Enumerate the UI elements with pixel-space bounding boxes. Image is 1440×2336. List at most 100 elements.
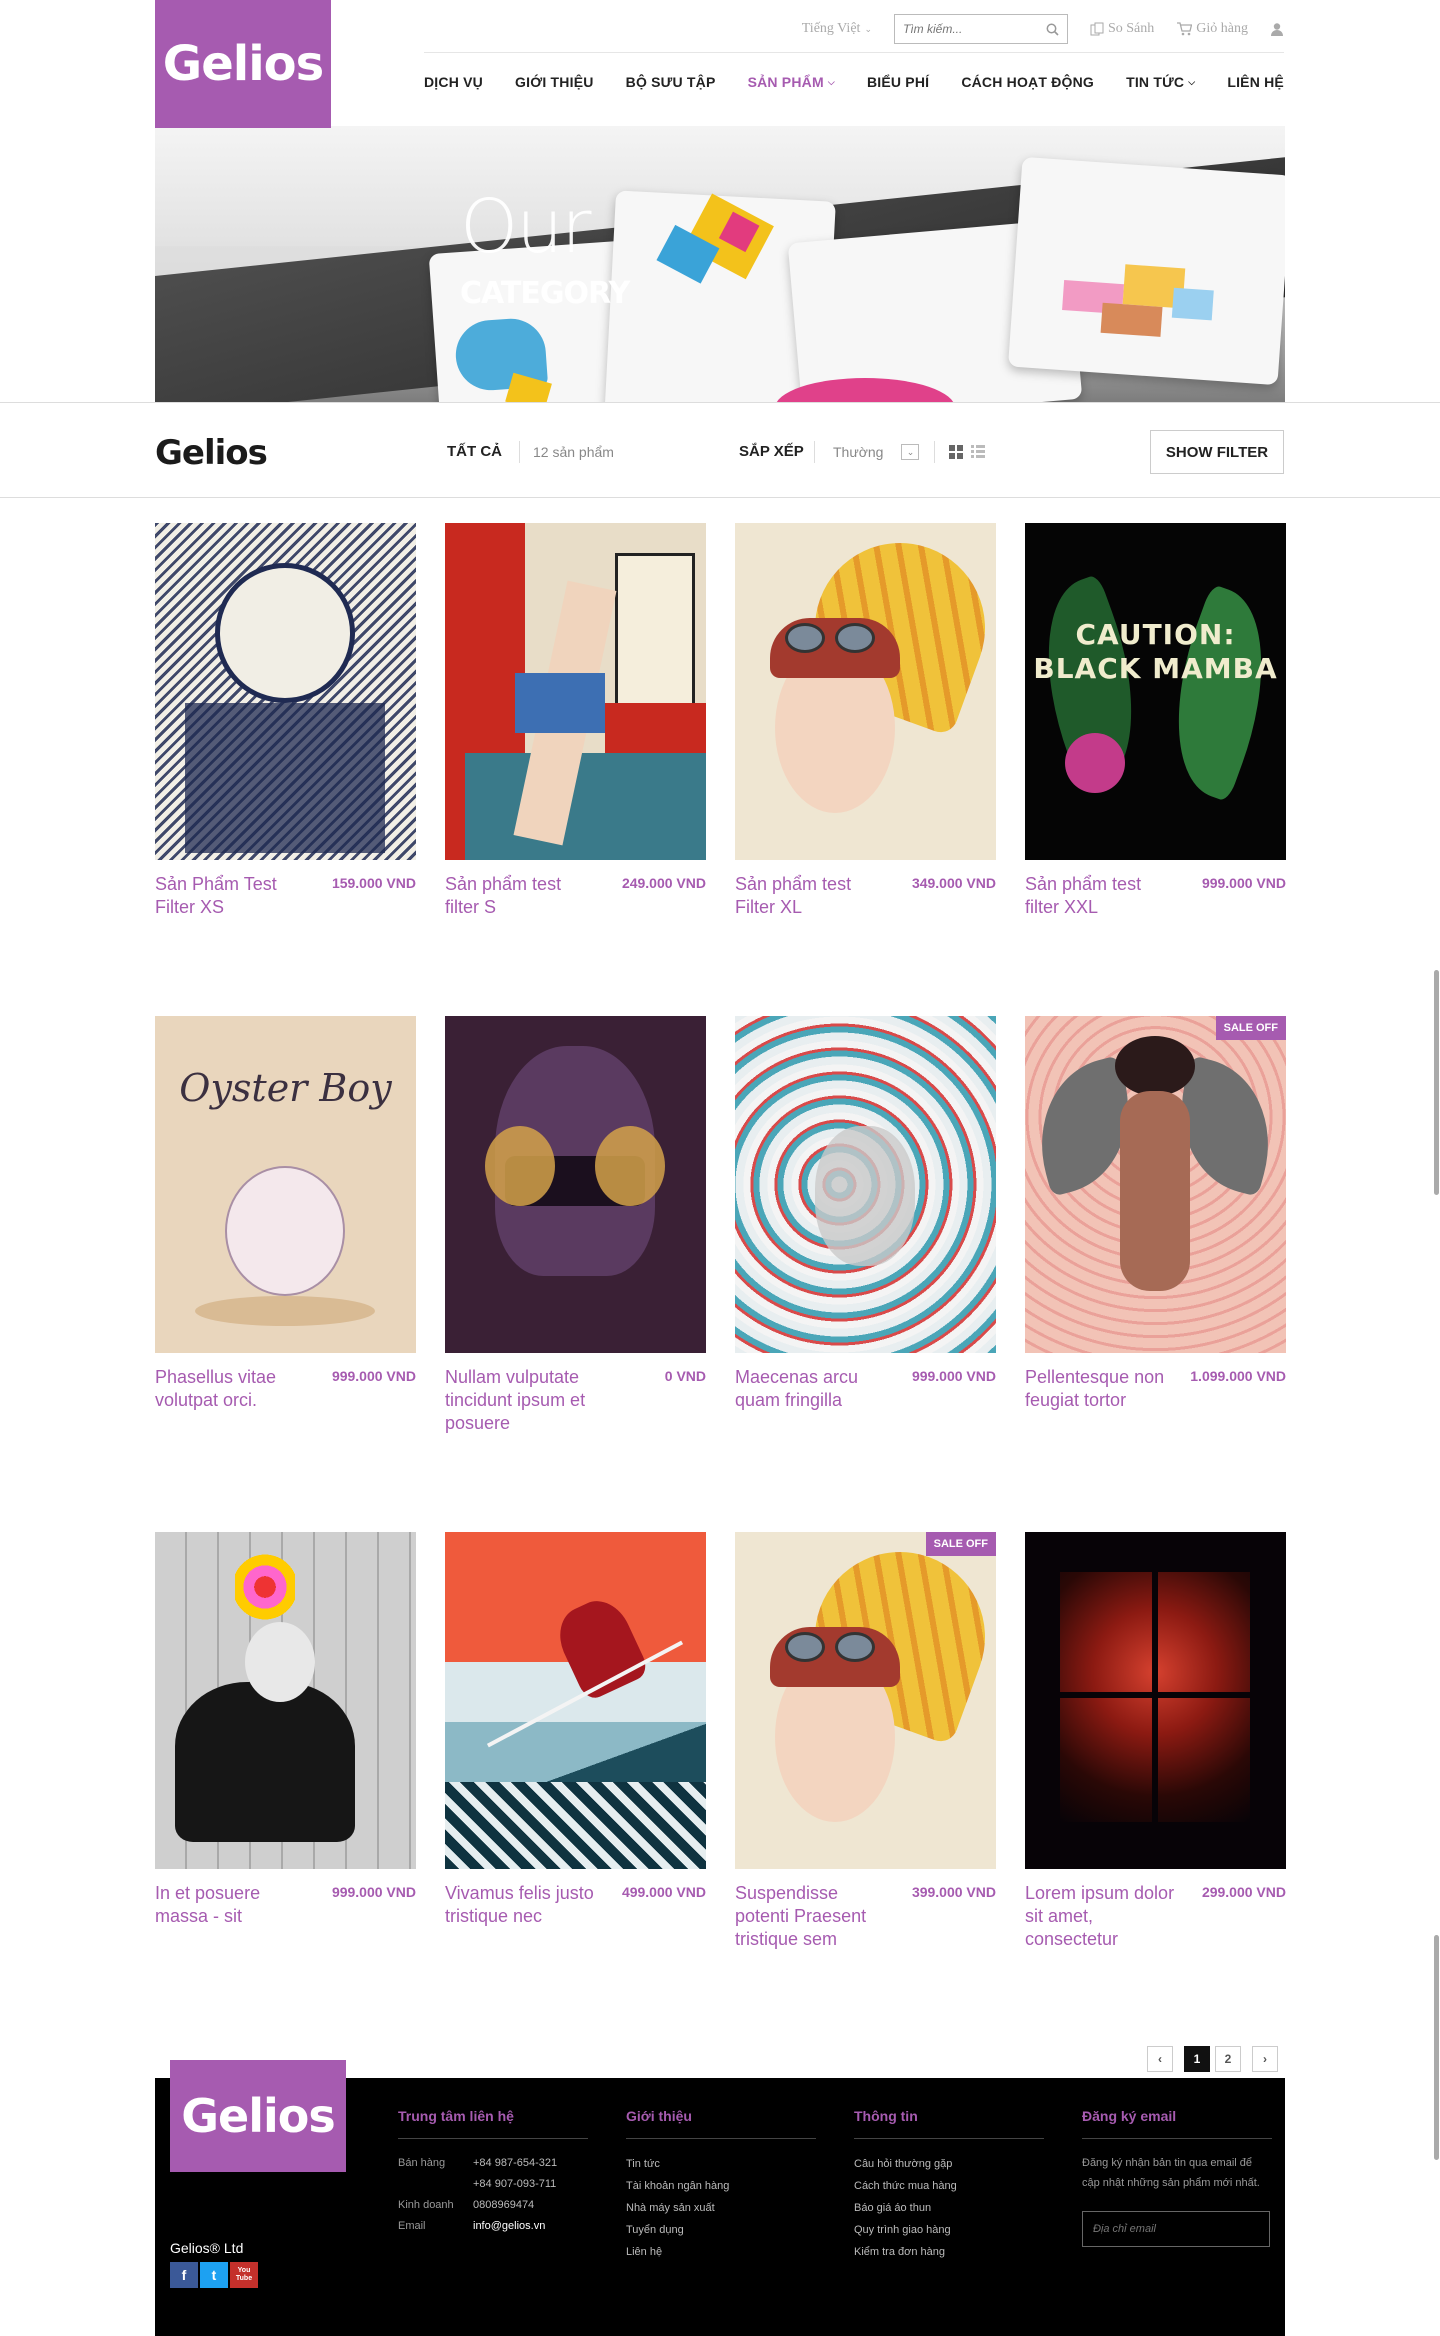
product-image[interactable]: CAUTION: BLACK MAMBA — [1025, 523, 1286, 860]
product-image[interactable] — [735, 523, 996, 860]
show-filter-button[interactable]: SHOW FILTER — [1150, 430, 1284, 474]
product-card[interactable]: Vivamus felis justo tristique nec 499.00… — [445, 1532, 706, 1926]
scrollbar-thumb[interactable] — [1434, 970, 1439, 1195]
prev-page-button[interactable]: ‹ — [1147, 2046, 1173, 2072]
nav-label: DỊCH VỤ — [424, 74, 483, 90]
next-page-button[interactable]: › — [1252, 2046, 1278, 2072]
cart-link[interactable]: Giỏ hàng — [1176, 21, 1248, 37]
footer-about: Giới thiệu Tin tức Tài khoản ngân hàng N… — [626, 2108, 816, 2263]
nav-item-about[interactable]: GIỚI THIỆU — [515, 74, 594, 90]
product-count: 12 sản phẩm — [519, 441, 614, 463]
page-2-button[interactable]: 2 — [1215, 2046, 1241, 2072]
footer-link[interactable]: Quy trình giao hàng — [854, 2219, 1044, 2241]
product-card[interactable]: Maecenas arcu quam fringilla 999.000 VND — [735, 1016, 996, 1410]
product-card[interactable]: Nullam vulputate tincidunt ipsum et posu… — [445, 1016, 706, 1433]
product-name[interactable]: Phasellus vitae volutpat orci. — [155, 1366, 305, 1412]
compare-icon — [1090, 22, 1104, 36]
footer-logo[interactable]: Gelios — [170, 2060, 346, 2172]
product-name[interactable]: Vivamus felis justo tristique nec — [445, 1882, 595, 1928]
product-card[interactable]: In et posuere massa - sit 999.000 VND — [155, 1532, 416, 1926]
nav-item-services[interactable]: DỊCH VỤ — [424, 74, 483, 90]
banner-shirt — [1008, 156, 1285, 386]
product-name[interactable]: Nullam vulputate tincidunt ipsum et posu… — [445, 1366, 595, 1435]
nav-label: LIÊN HỆ — [1227, 74, 1284, 90]
product-image[interactable] — [1025, 1532, 1286, 1869]
product-card[interactable]: Sản phẩm test Filter XL 349.000 VND — [735, 523, 996, 917]
product-image[interactable]: SALE OFF — [1025, 1016, 1286, 1353]
site-logo[interactable]: Gelios — [155, 0, 331, 128]
product-image[interactable] — [155, 523, 416, 860]
grid-view-icon[interactable] — [949, 445, 963, 459]
sort-value: Thường — [833, 444, 884, 460]
list-view-icon[interactable] — [971, 445, 985, 459]
scrollbar-thumb[interactable] — [1434, 1935, 1439, 2160]
product-price: 499.000 VND — [621, 1884, 706, 1900]
product-image[interactable] — [735, 1016, 996, 1353]
product-name[interactable]: Sản phẩm test filter XXL — [1025, 873, 1175, 919]
product-image[interactable] — [445, 1532, 706, 1869]
filter-all-tab[interactable]: TẤT CẢ — [447, 443, 502, 460]
footer-link[interactable]: Câu hỏi thường gặp — [854, 2153, 1044, 2175]
footer-link[interactable]: Tuyển dụng — [626, 2219, 816, 2241]
product-name[interactable]: In et posuere massa - sit — [155, 1882, 305, 1928]
nav-item-pricing[interactable]: BIỂU PHÍ — [867, 74, 929, 90]
product-name[interactable]: Sản phẩm test filter S — [445, 873, 595, 919]
nav-item-how-it-works[interactable]: CÁCH HOẠT ĐỘNG — [961, 74, 1094, 90]
product-name[interactable]: Lorem ipsum dolor sit amet, consectetur — [1025, 1882, 1175, 1951]
page-1-button[interactable]: 1 — [1184, 2046, 1210, 2072]
youtube-icon[interactable]: You Tube — [230, 2262, 258, 2288]
footer-link[interactable]: Tài khoản ngân hàng — [626, 2175, 816, 2197]
twitter-icon[interactable]: t — [200, 2262, 228, 2288]
nav-item-news[interactable]: TIN TỨC ⌵ — [1126, 74, 1195, 90]
footer-link[interactable]: Báo giá áo thun — [854, 2197, 1044, 2219]
product-image[interactable]: Oyster Boy — [155, 1016, 416, 1353]
footer-logo-text: Gelios — [181, 2089, 335, 2143]
product-card[interactable]: Oyster Boy Phasellus vitae volutpat orci… — [155, 1016, 416, 1410]
product-name[interactable]: Maecenas arcu quam fringilla — [735, 1366, 885, 1412]
product-name[interactable]: Suspendisse potenti Praesent tristique s… — [735, 1882, 885, 1951]
nav-item-collections[interactable]: BỘ SƯU TẬP — [626, 74, 716, 90]
product-card[interactable]: Sản Phẩm Test Filter XS 159.000 VND — [155, 523, 416, 917]
site-footer: Gelios Gelios® Ltd f t You Tube Trung tâ… — [155, 2060, 1285, 2336]
product-card[interactable]: SALE OFF Pellentesque non feugiat tortor… — [1025, 1016, 1286, 1410]
sort-select[interactable]: Thường ⌄ — [814, 441, 920, 463]
search-icon[interactable] — [1046, 23, 1059, 36]
product-image[interactable]: SALE OFF — [735, 1532, 996, 1869]
product-name[interactable]: Sản phẩm test Filter XL — [735, 873, 885, 919]
product-card[interactable]: Lorem ipsum dolor sit amet, consectetur … — [1025, 1532, 1286, 1949]
user-icon[interactable] — [1270, 22, 1284, 36]
product-name[interactable]: Sản Phẩm Test Filter XS — [155, 873, 305, 919]
contact-value[interactable]: +84 987-654-321 — [473, 2153, 557, 2174]
footer-link[interactable]: Tin tức — [626, 2153, 816, 2175]
product-card[interactable]: Sản phẩm test filter S 249.000 VND — [445, 523, 706, 917]
footer-link[interactable]: Cách thức mua hàng — [854, 2175, 1044, 2197]
contact-value[interactable]: +84 907-093-711 — [473, 2174, 556, 2195]
footer-link[interactable]: Nhà máy sản xuất — [626, 2197, 816, 2219]
product-card[interactable]: SALE OFF Suspendisse potenti Praesent tr… — [735, 1532, 996, 1949]
product-price: 999.000 VND — [1201, 875, 1286, 891]
nav-item-contact[interactable]: LIÊN HỆ — [1227, 74, 1284, 90]
contact-email[interactable]: info@gelios.vn — [473, 2216, 545, 2237]
chevron-down-icon: ⌵ — [1188, 76, 1196, 87]
product-name[interactable]: Pellentesque non feugiat tortor — [1025, 1366, 1175, 1412]
nav-item-products[interactable]: SẢN PHẨM ⌵ — [748, 74, 835, 90]
product-image[interactable] — [155, 1532, 416, 1869]
sale-badge: SALE OFF — [925, 1532, 996, 1556]
header-divider — [424, 52, 1284, 53]
facebook-icon[interactable]: f — [170, 2262, 198, 2288]
contact-value[interactable]: 0808969474 — [473, 2195, 534, 2216]
contact-row: Email info@gelios.vn — [398, 2216, 588, 2237]
contact-row: Bán hàng +84 987-654-321 — [398, 2153, 588, 2174]
product-image[interactable] — [445, 1016, 706, 1353]
footer-link[interactable]: Kiểm tra đơn hàng — [854, 2241, 1044, 2263]
product-price: 999.000 VND — [331, 1884, 416, 1900]
footer-link[interactable]: Liên hệ — [626, 2241, 816, 2263]
artwork-text: Oyster Boy — [179, 1066, 392, 1110]
product-card[interactable]: CAUTION: BLACK MAMBA Sản phẩm test filte… — [1025, 523, 1286, 917]
newsletter-email-input[interactable] — [1093, 2223, 1259, 2235]
compare-link[interactable]: So Sánh — [1090, 21, 1154, 37]
language-selector[interactable]: Tiếng Việt ⌄ — [802, 21, 872, 37]
utility-bar: Tiếng Việt ⌄ So Sánh Giỏ hàng — [424, 14, 1284, 44]
product-image[interactable] — [445, 523, 706, 860]
search-input[interactable] — [902, 22, 1033, 36]
